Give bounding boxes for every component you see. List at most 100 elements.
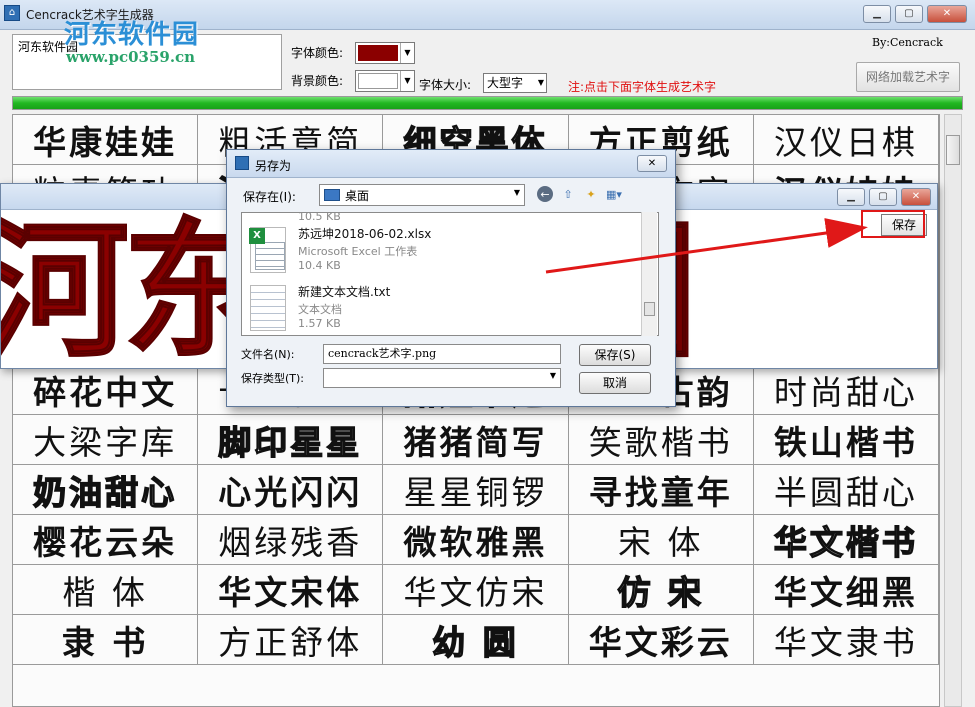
file-type: Microsoft Excel 工作表	[298, 245, 418, 258]
desktop-icon	[324, 189, 340, 201]
font-row: 奶油甜心 心光闪闪 星星铜锣 寻找童年 半圆甜心	[13, 465, 939, 515]
view-menu-icon[interactable]: ▦▾	[606, 186, 622, 202]
close-button[interactable]: ✕	[927, 5, 967, 23]
filename-label: 文件名(N):	[241, 348, 295, 361]
dialog-icon	[235, 156, 249, 170]
scrollbar-thumb[interactable]	[946, 135, 960, 165]
font-row: 樱花云朵 烟绿残香 微软雅黑宋 体华文楷书	[13, 515, 939, 565]
font-sample-cell[interactable]: 幼 圆	[383, 615, 569, 664]
preview-window-controls: ▁ ▢ ✕	[837, 188, 931, 206]
chevron-down-icon: ▼	[400, 43, 414, 63]
font-sample-cell[interactable]: 心光闪闪	[198, 465, 384, 514]
file-size: 1.57 KB	[298, 317, 341, 330]
font-row: 楷 体华文宋体 华文仿宋仿 宋华文细黑	[13, 565, 939, 615]
font-sample-cell[interactable]: 宋 体	[569, 515, 754, 564]
author-label: By:Cencrack	[872, 36, 943, 49]
filename-input[interactable]: cencrack艺术字.png	[323, 344, 561, 364]
font-row: 隶 书方正舒体幼 圆华文彩云 华文隶书	[13, 615, 939, 665]
nav-toolbar: ← ⇧ ✦ ▦▾	[537, 186, 622, 202]
location-label: 保存在(I):	[243, 190, 296, 204]
font-sample-cell[interactable]: 寻找童年	[569, 465, 754, 514]
font-sample-cell[interactable]: 半圆甜心	[754, 465, 939, 514]
font-color-swatch	[358, 45, 398, 61]
text-file-icon	[250, 285, 286, 331]
partial-file-size: 10.5 KB	[298, 212, 341, 223]
font-sample-cell[interactable]: 隶 书	[13, 615, 199, 664]
font-sample-cell[interactable]: 大梁字库	[13, 415, 199, 464]
file-size: 10.4 KB	[298, 259, 341, 272]
new-folder-icon[interactable]: ✦	[583, 186, 599, 202]
font-size-label: 字体大小:	[419, 78, 472, 92]
scrollbar-thumb[interactable]	[644, 302, 655, 316]
file-type: 文本文档	[298, 303, 342, 316]
hint-text: 注:点击下面字体生成艺术字	[568, 80, 717, 94]
font-sample-cell[interactable]: 方正舒体	[198, 615, 384, 664]
load-online-fonts-button[interactable]: 网络加载艺术字	[856, 62, 960, 92]
preview-maximize-button[interactable]: ▢	[869, 188, 897, 206]
preview-minimize-button[interactable]: ▁	[837, 188, 865, 206]
save-highlight-box	[861, 210, 925, 238]
font-sample-cell[interactable]: 楷 体	[13, 565, 199, 614]
window-controls: ▁ ▢ ✕	[863, 5, 967, 23]
file-list-scrollbar[interactable]	[641, 212, 657, 336]
chevron-down-icon: ▼	[513, 188, 520, 197]
font-sample-cell[interactable]: 华文隶书	[754, 615, 939, 664]
maximize-button[interactable]: ▢	[895, 5, 923, 23]
font-sample-cell[interactable]: 碎花中文	[13, 365, 199, 414]
font-sample-cell[interactable]: 奶油甜心	[13, 465, 199, 514]
location-select[interactable]: 桌面 ▼	[319, 184, 525, 206]
font-sample-cell[interactable]: 时尚甜心	[754, 365, 939, 414]
grid-scrollbar[interactable]	[944, 114, 962, 707]
up-folder-icon[interactable]: ⇧	[560, 186, 576, 202]
font-sample-cell[interactable]: 星星铜锣	[383, 465, 569, 514]
font-sample-cell[interactable]: 铁山楷书	[754, 415, 939, 464]
save-as-dialog: 另存为 ✕ 保存在(I): 桌面 ▼ ← ⇧ ✦ ▦▾ 10.5 KB X 苏远…	[226, 149, 676, 407]
font-sample-cell[interactable]: 脚印星星	[198, 415, 384, 464]
chevron-down-icon: ▼	[400, 71, 414, 91]
excel-icon: X	[249, 227, 286, 273]
font-sample-cell[interactable]: 笑歌楷书	[569, 415, 754, 464]
font-sample-cell[interactable]: 华文彩云	[569, 615, 754, 664]
font-sample-cell[interactable]: 华文宋体	[198, 565, 384, 614]
bg-color-label: 背景颜色:	[291, 74, 344, 88]
filetype-label: 保存类型(T):	[241, 372, 305, 385]
file-list[interactable]: 10.5 KB X 苏远坤2018-06-02.xlsx Microsoft E…	[241, 212, 659, 336]
file-name: 苏远坤2018-06-02.xlsx	[298, 227, 432, 241]
font-sample-cell[interactable]: 仿 宋	[569, 565, 754, 614]
file-name: 新建文本文档.txt	[298, 285, 391, 299]
dialog-titlebar: 另存为 ✕	[227, 150, 675, 178]
font-color-label: 字体颜色:	[291, 46, 344, 60]
font-row: 大梁字库 脚印星星 猪猪简写 笑歌楷书 铁山楷书	[13, 415, 939, 465]
back-icon[interactable]: ←	[537, 186, 553, 202]
font-sample-cell[interactable]: 猪猪简写	[383, 415, 569, 464]
filetype-select[interactable]: ▼	[323, 368, 561, 388]
minimize-button[interactable]: ▁	[863, 5, 891, 23]
dialog-cancel-button[interactable]: 取消	[579, 372, 651, 394]
dialog-close-button[interactable]: ✕	[637, 155, 667, 172]
chevron-down-icon: ▼	[537, 78, 544, 87]
progress-fill	[13, 97, 962, 109]
bg-color-picker[interactable]: ▼	[355, 70, 415, 92]
font-color-picker[interactable]: ▼	[355, 42, 415, 64]
font-sample-cell[interactable]: 华康娃娃	[13, 115, 199, 164]
preview-close-button[interactable]: ✕	[901, 188, 931, 206]
file-item[interactable]: X 苏远坤2018-06-02.xlsx Microsoft Excel 工作表…	[249, 225, 640, 277]
font-sample-cell[interactable]: 华文细黑	[754, 565, 939, 614]
font-sample-cell[interactable]: 华文仿宋	[383, 565, 569, 614]
font-sample-cell[interactable]: 樱花云朵	[13, 515, 199, 564]
chevron-down-icon: ▼	[549, 371, 556, 380]
progress-bar	[12, 96, 963, 110]
font-sample-cell[interactable]: 华文楷书	[754, 515, 939, 564]
location-value: 桌面	[345, 188, 370, 203]
font-sample-cell[interactable]: 微软雅黑	[383, 515, 569, 564]
font-sample-cell[interactable]: 汉仪日棋	[754, 115, 939, 164]
dialog-save-button[interactable]: 保存(S)	[579, 344, 651, 366]
dialog-title: 另存为	[255, 159, 292, 173]
watermark-url: www.pc0359.cn	[66, 48, 196, 66]
font-sample-cell[interactable]: 烟绿残香	[198, 515, 384, 564]
watermark-logo: 河东软件园	[64, 20, 200, 50]
file-item[interactable]: 新建文本文档.txt 文本文档 1.57 KB	[250, 283, 640, 335]
font-size-select[interactable]: 大型字 ▼	[483, 73, 547, 93]
bg-color-swatch	[358, 73, 398, 89]
font-size-value: 大型字	[487, 76, 524, 90]
